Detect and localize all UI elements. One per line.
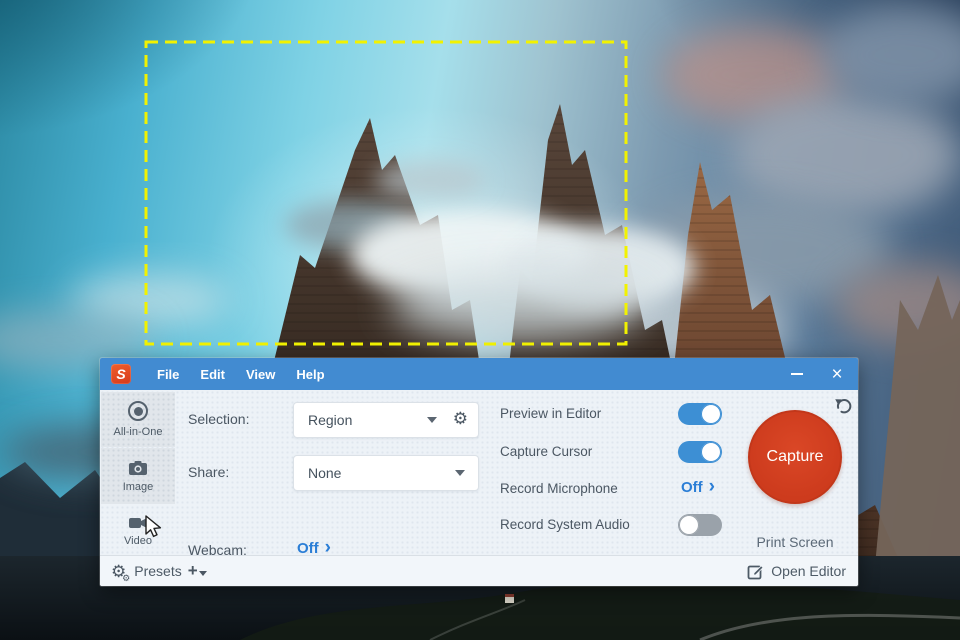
plus-icon: + — [187, 561, 198, 580]
menu-help[interactable]: Help — [296, 367, 324, 382]
capture-button[interactable]: Capture — [748, 410, 842, 504]
caret-down-icon — [198, 571, 207, 576]
desktop: S File Edit View Help × All-in-One Image… — [0, 0, 960, 640]
titlebar[interactable]: S File Edit View Help × — [100, 358, 858, 390]
tab-label: Image — [122, 480, 154, 493]
selection-dropdown[interactable]: Region ⚙ — [293, 402, 479, 438]
selection-label: Selection: — [188, 411, 250, 427]
menu-view[interactable]: View — [246, 367, 275, 382]
capture-cursor-toggle[interactable] — [678, 441, 722, 463]
selection-value: Region — [308, 412, 353, 428]
caret-down-icon — [455, 470, 465, 476]
window-body: All-in-One Image Video Selection: Region… — [100, 390, 858, 558]
share-value: None — [308, 465, 342, 481]
preview-in-editor-toggle[interactable] — [678, 403, 722, 425]
toggle-knob — [701, 442, 721, 462]
record-system-audio-toggle[interactable] — [678, 514, 722, 536]
selection-gear-icon[interactable]: ⚙ — [453, 410, 468, 427]
toggle-knob — [679, 515, 699, 535]
presets-gear-icon: ⚙ ⚙ — [111, 561, 131, 583]
snagit-logo-icon: S — [111, 364, 131, 384]
all-in-one-icon — [128, 401, 148, 421]
footer-bar: ⚙ ⚙ Presets + Open Editor — [100, 555, 858, 586]
share-label: Share: — [188, 464, 230, 480]
cursor-pointer-icon — [145, 515, 162, 538]
menu-file[interactable]: File — [157, 367, 179, 382]
share-dropdown[interactable]: None — [293, 455, 479, 491]
window-controls: × — [778, 358, 858, 390]
open-editor-button[interactable]: Open Editor — [747, 563, 846, 580]
capture-button-label: Capture — [766, 448, 824, 465]
undo-icon[interactable] — [833, 396, 853, 416]
tab-image[interactable]: Image — [101, 448, 175, 504]
snagit-capture-window: S File Edit View Help × All-in-One Image… — [100, 358, 858, 586]
record-system-audio-label: Record System Audio — [500, 517, 630, 532]
logo-letter: S — [116, 366, 126, 382]
open-editor-label: Open Editor — [771, 563, 846, 579]
toggle-knob — [701, 404, 721, 424]
record-microphone-label: Record Microphone — [500, 481, 618, 496]
minimize-button[interactable] — [778, 358, 816, 390]
add-preset-button[interactable]: + — [187, 561, 207, 580]
caret-down-icon — [427, 417, 437, 423]
tab-all-in-one[interactable]: All-in-One — [101, 392, 175, 447]
capture-region-selection[interactable] — [143, 39, 629, 347]
record-microphone-off-link[interactable]: Off › — [681, 476, 715, 497]
chevron-right-icon: › — [708, 476, 715, 497]
small-gear-icon: ⚙ — [122, 572, 131, 583]
menu-edit[interactable]: Edit — [200, 367, 225, 382]
capture-shortcut-label: Print Screen — [756, 534, 834, 550]
record-microphone-value: Off — [681, 479, 703, 496]
menu-bar: File Edit View Help — [157, 367, 325, 382]
close-button[interactable]: × — [816, 358, 858, 390]
tab-label: All-in-One — [113, 426, 163, 438]
presets-label: Presets — [134, 563, 182, 579]
camera-icon — [129, 460, 147, 475]
preview-in-editor-label: Preview in Editor — [500, 406, 602, 421]
open-editor-icon — [747, 564, 764, 579]
presets-button[interactable]: ⚙ ⚙ Presets — [111, 561, 182, 583]
minimize-icon — [791, 373, 803, 375]
capture-cursor-label: Capture Cursor — [500, 444, 593, 459]
